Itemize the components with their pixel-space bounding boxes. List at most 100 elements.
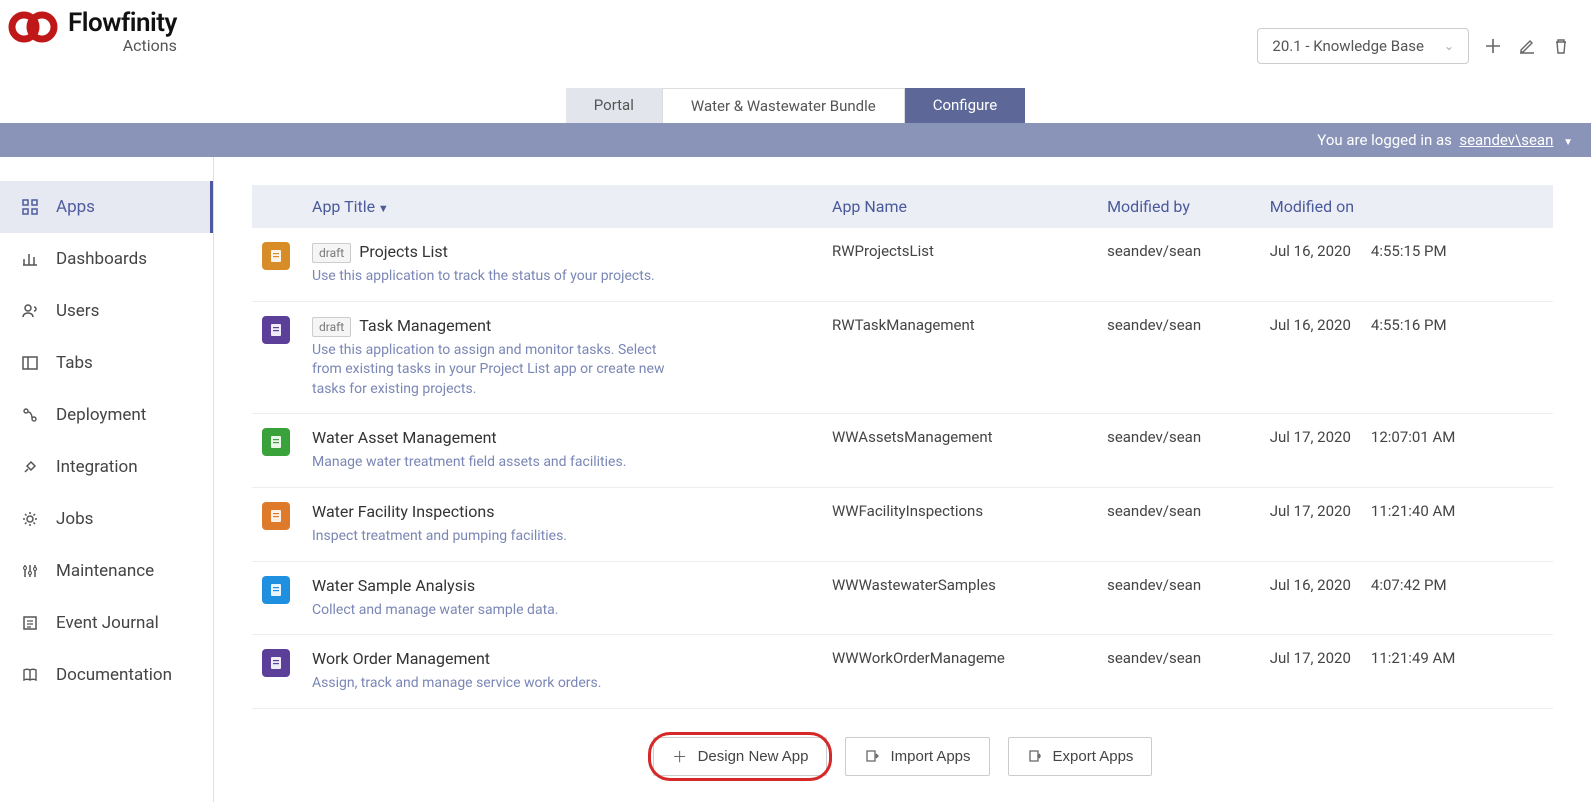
sidebar-item-apps[interactable]: Apps <box>0 181 213 233</box>
bar-chart-icon <box>20 249 40 269</box>
col-app-name[interactable]: App Name <box>822 185 1097 228</box>
app-title: Task Management <box>359 316 491 335</box>
app-name-cell: WWAssetsManagement <box>822 414 1097 488</box>
app-description: Assign, track and manage service work or… <box>312 674 682 694</box>
button-label: Export Apps <box>1053 748 1134 765</box>
header-controls: 20.1 - Knowledge Base ⌄ <box>1257 10 1571 64</box>
sidebar-item-event-journal[interactable]: Event Journal <box>0 597 213 649</box>
brand-subtitle: Actions <box>123 38 177 54</box>
edit-icon[interactable] <box>1517 36 1537 56</box>
modified-by-cell: seandev/sean <box>1097 635 1260 709</box>
kb-select-label: 20.1 - Knowledge Base <box>1272 37 1424 55</box>
app-description: Use this application to track the status… <box>312 267 682 287</box>
app-title: Projects List <box>359 242 448 261</box>
gear-icon <box>20 509 40 529</box>
book-icon <box>20 665 40 685</box>
main-content: App Title App Name Modified by Modified … <box>214 157 1591 802</box>
app-title: Work Order Management <box>312 649 490 668</box>
sidebar-item-label: Users <box>56 301 99 321</box>
brand-logo: Flowfinity Actions <box>8 10 177 54</box>
sidebar: Apps Dashboards Users Tabs Deployment In… <box>0 157 214 802</box>
app-icon <box>262 502 290 530</box>
app-description: Use this application to assign and monit… <box>312 341 682 400</box>
col-modified-by[interactable]: Modified by <box>1097 185 1260 228</box>
top-tab-bar: Portal Water & Wastewater Bundle Configu… <box>0 88 1591 123</box>
sidebar-item-maintenance[interactable]: Maintenance <box>0 545 213 597</box>
table-row[interactable]: Water Facility Inspections Inspect treat… <box>252 487 1553 561</box>
caret-down-icon[interactable]: ▼ <box>1563 137 1573 148</box>
import-icon <box>864 748 880 764</box>
modified-by-cell: seandev/sean <box>1097 414 1260 488</box>
app-description: Inspect treatment and pumping facilities… <box>312 527 682 547</box>
table-row[interactable]: Water Sample Analysis Collect and manage… <box>252 561 1553 635</box>
modified-on-cell: Jul 17, 202012:07:01 AM <box>1260 414 1553 488</box>
sidebar-item-jobs[interactable]: Jobs <box>0 493 213 545</box>
login-prefix: You are logged in as <box>1317 131 1452 149</box>
modified-on-cell: Jul 17, 202011:21:40 AM <box>1260 487 1553 561</box>
app-name-cell: RWProjectsList <box>822 228 1097 301</box>
tab-bundle[interactable]: Water & Wastewater Bundle <box>662 88 905 123</box>
app-name-cell: WWFacilityInspections <box>822 487 1097 561</box>
modified-on-cell: Jul 16, 20204:55:16 PM <box>1260 301 1553 414</box>
sidebar-item-label: Deployment <box>56 405 146 425</box>
app-name-cell: WWWastewaterSamples <box>822 561 1097 635</box>
sidebar-item-label: Apps <box>56 197 95 217</box>
tab-portal[interactable]: Portal <box>566 88 662 123</box>
login-user-link[interactable]: seandev\sean <box>1459 131 1553 149</box>
draft-badge: draft <box>312 243 351 263</box>
sidebar-item-deployment[interactable]: Deployment <box>0 389 213 441</box>
app-title: Water Sample Analysis <box>312 576 475 595</box>
import-apps-button[interactable]: Import Apps <box>845 737 989 776</box>
app-name-cell: WWWorkOrderManageme <box>822 635 1097 709</box>
users-icon <box>20 301 40 321</box>
modified-on-cell: Jul 17, 202011:21:49 AM <box>1260 635 1553 709</box>
apps-grid-icon <box>20 197 40 217</box>
sidebar-item-documentation[interactable]: Documentation <box>0 649 213 701</box>
sidebar-item-tabs[interactable]: Tabs <box>0 337 213 389</box>
button-label: Design New App <box>698 748 809 765</box>
sidebar-item-label: Tabs <box>56 353 93 373</box>
tab-configure[interactable]: Configure <box>905 88 1026 123</box>
sidebar-item-integration[interactable]: Integration <box>0 441 213 493</box>
add-icon[interactable] <box>1483 36 1503 56</box>
knowledge-base-select[interactable]: 20.1 - Knowledge Base ⌄ <box>1257 28 1469 64</box>
draft-badge: draft <box>312 317 351 337</box>
col-modified-on[interactable]: Modified on <box>1260 185 1553 228</box>
action-bar: ＋ Design New App Import Apps Export Apps <box>252 709 1553 802</box>
design-new-app-button[interactable]: ＋ Design New App <box>653 737 828 776</box>
tabs-layout-icon <box>20 353 40 373</box>
table-row[interactable]: draft Projects List Use this application … <box>252 228 1553 301</box>
app-icon <box>262 242 290 270</box>
header: Flowfinity Actions 20.1 - Knowledge Base… <box>0 0 1591 64</box>
sidebar-item-label: Jobs <box>56 509 93 529</box>
app-icon <box>262 649 290 677</box>
apps-table: App Title App Name Modified by Modified … <box>252 185 1553 709</box>
table-row[interactable]: Water Asset Management Manage water trea… <box>252 414 1553 488</box>
col-app-title[interactable]: App Title <box>302 185 822 228</box>
trash-icon[interactable] <box>1551 36 1571 56</box>
brand-name: Flowfinity <box>68 10 177 36</box>
modified-on-cell: Jul 16, 20204:55:15 PM <box>1260 228 1553 301</box>
table-row[interactable]: draft Task Management Use this applicatio… <box>252 301 1553 414</box>
app-icon <box>262 576 290 604</box>
modified-on-cell: Jul 16, 20204:07:42 PM <box>1260 561 1553 635</box>
modified-by-cell: seandev/sean <box>1097 228 1260 301</box>
export-icon <box>1027 748 1043 764</box>
sidebar-item-users[interactable]: Users <box>0 285 213 337</box>
logo-rings-icon <box>8 10 64 44</box>
modified-by-cell: seandev/sean <box>1097 301 1260 414</box>
sidebar-item-label: Maintenance <box>56 561 154 581</box>
app-name-cell: RWTaskManagement <box>822 301 1097 414</box>
chevron-down-icon: ⌄ <box>1444 39 1454 53</box>
export-apps-button[interactable]: Export Apps <box>1008 737 1153 776</box>
sidebar-item-dashboards[interactable]: Dashboards <box>0 233 213 285</box>
deployment-icon <box>20 405 40 425</box>
app-title: Water Facility Inspections <box>312 502 494 521</box>
main-layout: Apps Dashboards Users Tabs Deployment In… <box>0 157 1591 802</box>
table-row[interactable]: Work Order Management Assign, track and … <box>252 635 1553 709</box>
sidebar-item-label: Integration <box>56 457 138 477</box>
login-status-bar: You are logged in as seandev\sean ▼ <box>0 123 1591 157</box>
button-label: Import Apps <box>890 748 970 765</box>
app-icon <box>262 316 290 344</box>
sidebar-item-label: Dashboards <box>56 249 147 269</box>
